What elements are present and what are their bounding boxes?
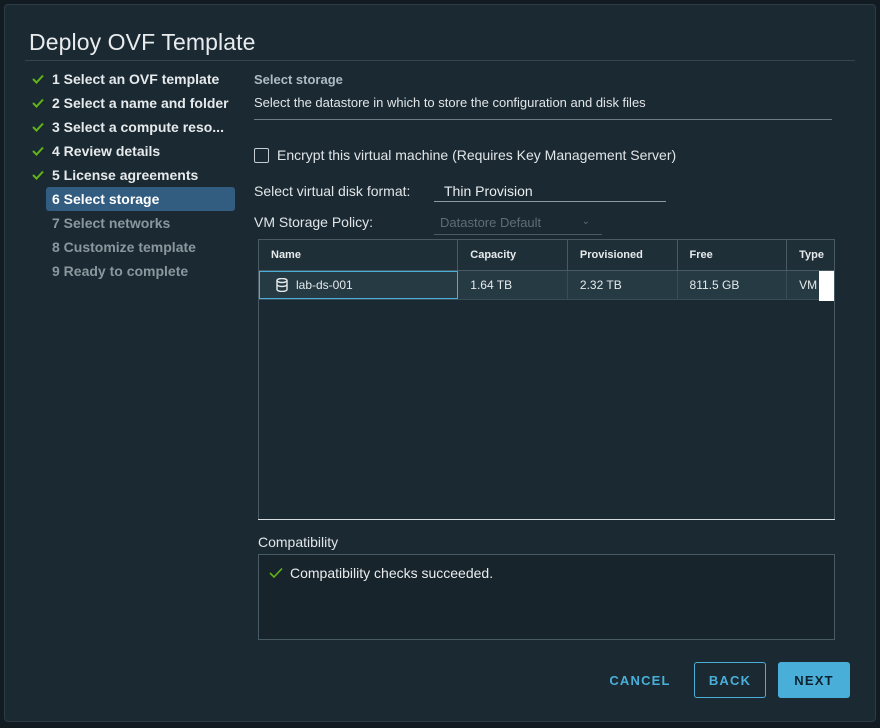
column-header-free[interactable]: Free xyxy=(678,240,788,270)
step-label: 7 Select networks xyxy=(52,215,171,231)
cancel-button[interactable]: CANCEL xyxy=(598,662,682,698)
section-description: Select the datastore in which to store t… xyxy=(254,95,646,110)
check-icon xyxy=(28,98,52,108)
wizard-steps: 1 Select an OVF template 2 Select a name… xyxy=(28,67,238,283)
encrypt-option[interactable]: Encrypt this virtual machine (Requires K… xyxy=(254,147,676,163)
storage-policy-value: Datastore Default xyxy=(440,215,542,230)
datastore-name: lab-ds-001 xyxy=(296,278,353,292)
check-icon xyxy=(28,170,52,180)
disk-format-label: Select virtual disk format: xyxy=(254,183,411,199)
encrypt-checkbox[interactable] xyxy=(254,147,269,163)
check-icon xyxy=(28,122,52,132)
chevron-down-icon: ⌄ xyxy=(581,216,590,227)
step-ready-to-complete: 9 Ready to complete xyxy=(28,259,238,283)
section-divider xyxy=(254,119,832,120)
disk-format-select[interactable]: Thin Provision xyxy=(434,180,666,202)
table-row[interactable]: lab-ds-001 1.64 TB 2.32 TB 811.5 GB VM xyxy=(259,271,834,300)
step-select-networks: 7 Select networks xyxy=(28,211,238,235)
database-icon xyxy=(276,278,288,292)
compatibility-message: Compatibility checks succeeded. xyxy=(269,565,493,581)
check-icon xyxy=(28,74,52,84)
check-icon xyxy=(269,567,283,579)
step-license-agreements[interactable]: 5 License agreements xyxy=(28,163,238,187)
step-label: 5 License agreements xyxy=(52,167,199,183)
step-label: 3 Select a compute reso... xyxy=(52,119,224,135)
cell-free: 811.5 GB xyxy=(678,271,788,299)
compatibility-title: Compatibility xyxy=(258,534,339,550)
back-button[interactable]: BACK xyxy=(694,662,766,698)
compatibility-panel: Compatibility checks succeeded. xyxy=(258,554,835,640)
step-review-details[interactable]: 4 Review details xyxy=(28,139,238,163)
step-select-compute-resource[interactable]: 3 Select a compute reso... xyxy=(28,115,238,139)
step-label: 6 Select storage xyxy=(52,191,160,207)
storage-policy-label: VM Storage Policy: xyxy=(254,214,374,230)
storage-policy-row: VM Storage Policy: Datastore Default ⌄ xyxy=(254,213,674,237)
encrypt-label: Encrypt this virtual machine (Requires K… xyxy=(277,147,677,163)
step-label: 1 Select an OVF template xyxy=(52,71,220,87)
title-divider xyxy=(25,60,855,61)
disk-format-row: Select virtual disk format: Thin Provisi… xyxy=(254,180,674,204)
step-select-ovf-template[interactable]: 1 Select an OVF template xyxy=(28,67,238,91)
column-header-type[interactable]: Type xyxy=(787,240,834,270)
step-label: 8 Customize template xyxy=(52,239,196,255)
column-header-name[interactable]: Name xyxy=(259,240,459,270)
dialog-title: Deploy OVF Template xyxy=(29,29,256,55)
step-select-storage[interactable]: 6 Select storage xyxy=(46,187,235,211)
column-header-capacity[interactable]: Capacity xyxy=(458,240,568,270)
step-select-name-folder[interactable]: 2 Select a name and folder xyxy=(28,91,238,115)
datastore-grid: Name Capacity Provisioned Free Type lab-… xyxy=(258,239,835,520)
grid-header: Name Capacity Provisioned Free Type xyxy=(259,240,834,271)
column-header-provisioned[interactable]: Provisioned xyxy=(568,240,678,270)
cell-provisioned: 2.32 TB xyxy=(568,271,678,299)
step-customize-template: 8 Customize template xyxy=(28,235,238,259)
storage-policy-select: Datastore Default ⌄ xyxy=(434,213,602,235)
section-title: Select storage xyxy=(254,72,343,87)
cell-capacity: 1.64 TB xyxy=(458,271,568,299)
step-label: 4 Review details xyxy=(52,143,161,159)
grid-footer-line xyxy=(258,519,835,520)
storage-panel: Select storage Select the datastore in w… xyxy=(254,72,832,235)
next-button[interactable]: NEXT xyxy=(778,662,850,698)
step-label: 2 Select a name and folder xyxy=(52,95,229,111)
cell-name[interactable]: lab-ds-001 xyxy=(259,271,459,299)
grid-scrollbar[interactable] xyxy=(819,271,834,301)
compatibility-text: Compatibility checks succeeded. xyxy=(290,565,494,581)
step-label: 9 Ready to complete xyxy=(52,263,189,279)
check-icon xyxy=(28,146,52,156)
